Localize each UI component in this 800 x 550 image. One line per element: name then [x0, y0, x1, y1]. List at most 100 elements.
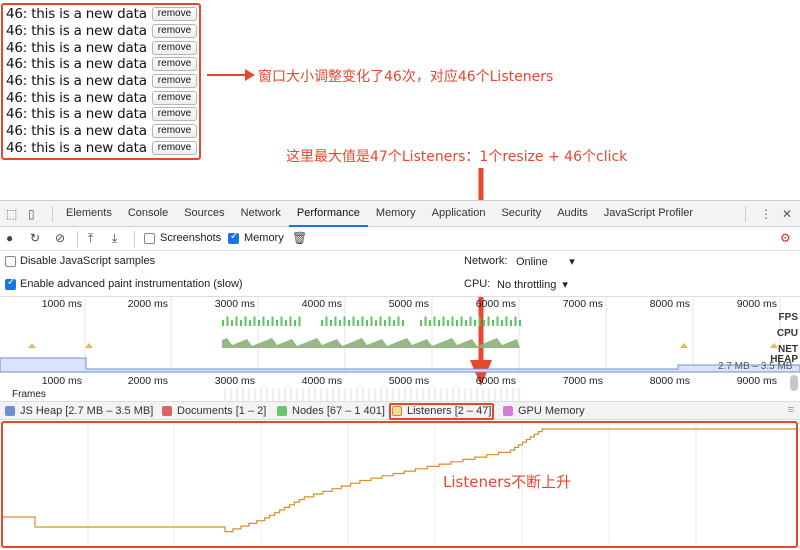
settings-gear-icon[interactable]: ⚙: [780, 231, 791, 245]
timeline-overview[interactable]: 1000 ms 1000 ms 2000 ms 2000 ms 3000 ms 3000 …: [0, 296, 800, 401]
fps-bar: [370, 316, 373, 326]
fps-bar: [505, 316, 508, 326]
tab-performance[interactable]: Performance: [288, 201, 368, 227]
remove-button[interactable]: remove: [151, 24, 198, 39]
list-item-text: 46: this is a new data: [6, 6, 147, 23]
fps-bar: [339, 320, 341, 326]
remove-button[interactable]: remove: [151, 140, 198, 155]
memory-label: Memory: [244, 232, 284, 244]
legend-item[interactable]: Listeners [2 – 47]: [392, 405, 491, 417]
legend-swatch[interactable]: [503, 406, 513, 416]
tab-audits[interactable]: Audits: [549, 201, 596, 227]
list-item-text: 46: this is a new data: [6, 56, 147, 73]
legend-menu-icon[interactable]: ≡: [788, 404, 794, 416]
legend-item[interactable]: GPU Memory: [503, 405, 585, 417]
legend-item[interactable]: JS Heap [2.7 MB – 3.5 MB]: [5, 405, 153, 417]
remove-button[interactable]: remove: [151, 107, 198, 122]
tab-security[interactable]: Security: [493, 201, 549, 227]
remove-button[interactable]: remove: [151, 90, 198, 105]
tab-elements[interactable]: Elements: [58, 201, 120, 227]
fps-bar: [231, 320, 233, 326]
network-select[interactable]: Online ▾: [516, 255, 575, 268]
enable-paint-checkbox[interactable]: [5, 277, 16, 290]
resize-annotation: 窗口大小调整变化了46次，对应46个Listeners: [258, 69, 554, 85]
tab-application[interactable]: Application: [424, 201, 494, 227]
legend-swatch[interactable]: [277, 406, 287, 416]
fps-bar: [244, 316, 247, 326]
fps-bar: [352, 316, 355, 326]
fps-bar: [298, 316, 301, 326]
fps-bar: [442, 316, 445, 326]
fps-bar: [519, 320, 521, 326]
legend-label: Documents [1 – 2]: [177, 405, 267, 417]
fps-bar: [249, 320, 251, 326]
fps-bar: [253, 316, 256, 326]
fps-bar: [222, 320, 224, 326]
remove-button[interactable]: remove: [151, 7, 198, 22]
device-toolbar-icon[interactable]: ▯: [28, 207, 35, 221]
fps-bar: [456, 320, 458, 326]
time-tick-label: 7000 ms: [563, 375, 603, 387]
legend-label: Listeners [2 – 47]: [407, 405, 492, 417]
reload-icon[interactable]: ↻: [30, 231, 40, 245]
tab-javascript-profiler[interactable]: JavaScript Profiler: [596, 201, 701, 227]
time-tick-label: 3000 ms: [215, 375, 255, 387]
heap-range-label: 2.7 MB – 3.5 MB: [718, 361, 793, 372]
fps-bar: [501, 320, 503, 326]
fps-bar: [271, 316, 274, 326]
tab-network[interactable]: Network: [233, 201, 289, 227]
screenshots-checkbox[interactable]: [144, 233, 155, 244]
tab-memory[interactable]: Memory: [368, 201, 424, 227]
legend-swatch[interactable]: [5, 406, 15, 416]
list-item-text: 46: this is a new data: [6, 123, 147, 140]
fps-bar: [474, 320, 476, 326]
legend-swatch[interactable]: [162, 406, 172, 416]
legend-swatch[interactable]: [392, 406, 402, 416]
fps-bar: [258, 320, 260, 326]
remove-button[interactable]: remove: [151, 74, 198, 89]
cpu-select[interactable]: No throttling ▾: [497, 278, 568, 291]
fps-bar: [276, 320, 278, 326]
inspect-element-icon[interactable]: ⬚: [6, 207, 17, 221]
heap-usage-band: [0, 357, 800, 373]
memory-checkbox[interactable]: [228, 231, 239, 244]
list-item: 46: this is a new data remove: [6, 123, 198, 140]
load-profile-icon[interactable]: ⤒: [88, 231, 93, 246]
remove-button[interactable]: remove: [151, 124, 198, 139]
legend-item[interactable]: Nodes [67 – 1 401]: [277, 405, 385, 417]
list-item-text: 46: this is a new data: [6, 89, 147, 106]
fps-bar: [429, 320, 431, 326]
clear-icon[interactable]: ⊘: [55, 231, 65, 245]
demo-data-list: 46: this is a new data remove 46: this is …: [1, 3, 201, 160]
close-devtools-icon[interactable]: ✕: [782, 207, 792, 221]
fps-bar: [460, 316, 463, 326]
disable-js-samples-checkbox[interactable]: [5, 256, 16, 267]
time-tick-label: 8000 ms: [650, 375, 690, 387]
remove-button[interactable]: remove: [151, 40, 198, 55]
fps-bar: [226, 316, 229, 326]
time-tick-label: 1000 ms: [42, 298, 82, 310]
tab-sources[interactable]: Sources: [176, 201, 232, 227]
fps-bar: [465, 320, 467, 326]
legend-item[interactable]: Documents [1 – 2]: [162, 405, 266, 417]
fps-bar: [357, 320, 359, 326]
fps-bar: [325, 316, 328, 326]
tab-console[interactable]: Console: [120, 201, 176, 227]
more-options-icon[interactable]: ⋮: [760, 207, 772, 221]
fps-bar: [294, 320, 296, 326]
fps-bar: [433, 316, 436, 326]
remove-button[interactable]: remove: [151, 57, 198, 72]
fps-lane-label: FPS: [778, 312, 798, 323]
save-profile-icon[interactable]: ⤓: [112, 231, 117, 246]
time-tick-label: 4000 ms: [302, 298, 342, 310]
record-icon[interactable]: ●: [6, 231, 13, 245]
network-label: Network:: [464, 255, 508, 267]
overview-scrollbar[interactable]: [790, 375, 798, 391]
list-item-text: 46: this is a new data: [6, 23, 147, 40]
memory-counter-chart: Listeners不断上升: [1, 421, 798, 548]
collect-garbage-icon[interactable]: 🗑: [292, 231, 307, 245]
list-item: 46: this is a new data remove: [6, 56, 198, 73]
fps-bar: [285, 320, 287, 326]
fps-bar: [438, 320, 440, 326]
list-item: 46: this is a new data remove: [6, 39, 198, 56]
